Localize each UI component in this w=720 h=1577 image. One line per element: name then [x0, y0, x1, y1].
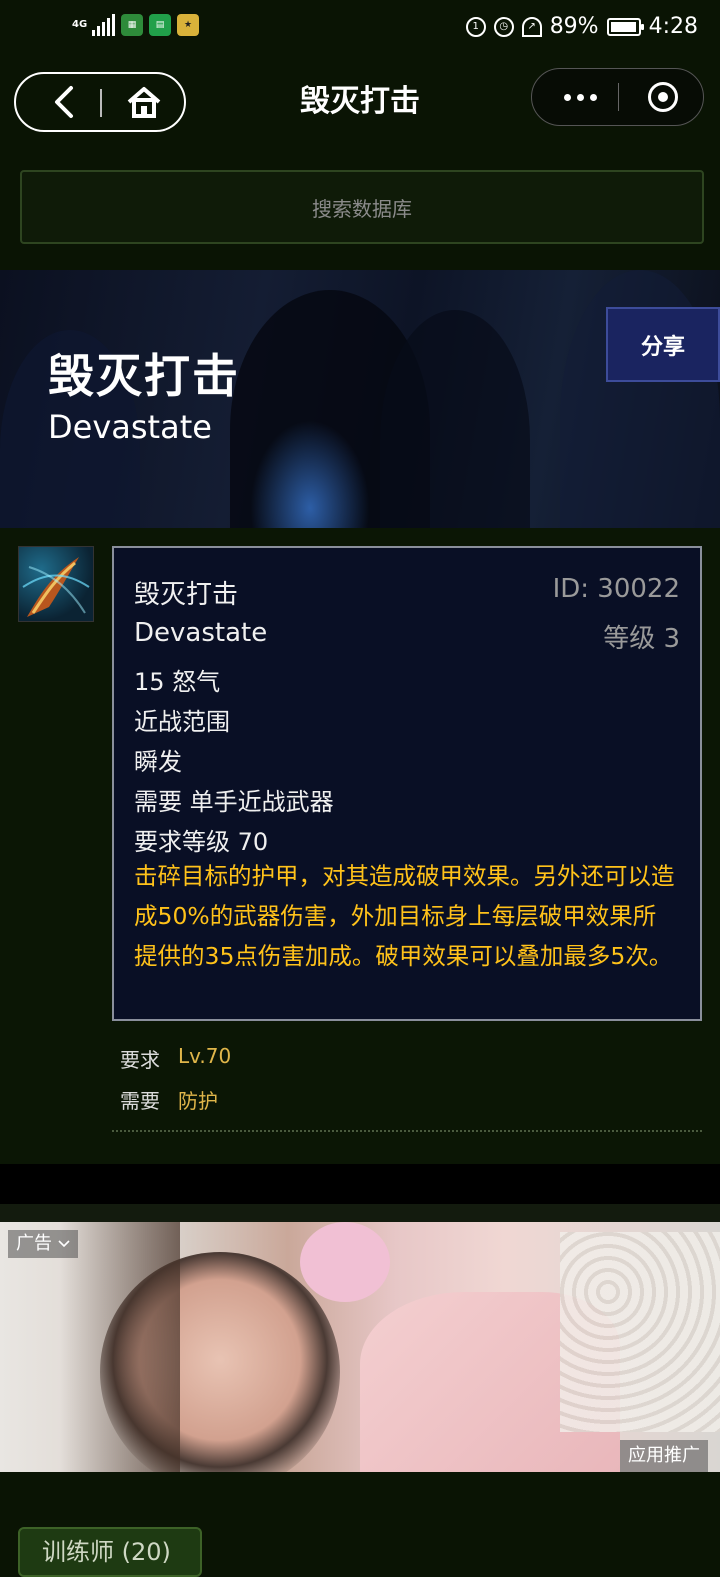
nav-capsule-right	[531, 68, 704, 126]
chevron-left-icon	[55, 86, 73, 118]
app-notification-icon: ▦	[121, 14, 143, 36]
battery-icon	[606, 17, 644, 36]
nav-capsule-left	[14, 72, 186, 132]
section-separator	[0, 1164, 720, 1204]
tooltip-id: ID: 30022	[552, 574, 680, 604]
search-input[interactable]: 搜索数据库	[20, 170, 704, 244]
data-saver-icon: 1	[465, 16, 486, 37]
tooltip-range: 近战范围	[134, 708, 230, 736]
spell-subtitle: Devastate	[48, 408, 212, 446]
ad-label[interactable]: 广告	[8, 1230, 78, 1258]
tooltip-weapon-requirement: 需要 单手近战武器	[134, 788, 334, 816]
capsule-divider	[100, 89, 102, 117]
status-bar: 4G ▦ ▤ ★ 1 ◷ ↗ 89% 4:28	[0, 0, 720, 56]
spell-tooltip: 毁灭打击 ID: 30022 Devastate 等级 3 15 怒气 近战范围…	[112, 546, 702, 1021]
ad-banner[interactable]	[0, 1222, 720, 1472]
more-dots-icon	[563, 93, 571, 101]
close-miniprogram-button[interactable]	[632, 69, 694, 125]
home-button[interactable]	[112, 74, 176, 130]
app-notification-icon: ▤	[149, 14, 171, 36]
tooltip-level-requirement: 要求等级 70	[134, 828, 269, 856]
tooltip-cast-time: 瞬发	[134, 748, 182, 776]
ad-promo-label: 应用推广	[620, 1440, 708, 1472]
tooltip-description: 击碎目标的护甲，对其造成破甲效果。另外还可以造成50%的武器伤害，外加目标身上每…	[134, 862, 675, 970]
weapon-icon	[22, 557, 90, 617]
spell-icon	[18, 546, 94, 622]
page-title: 毁灭打击	[300, 84, 420, 119]
divider	[112, 1130, 702, 1132]
share-button[interactable]: 分享	[606, 307, 720, 382]
network-label: 4G	[72, 19, 88, 30]
search-placeholder: 搜索数据库	[312, 196, 412, 221]
alarm-icon: ◷	[493, 16, 514, 37]
requirement-level-label: 要求	[120, 1048, 160, 1072]
status-right: 1 ◷ ↗ 89% 4:28	[465, 14, 698, 39]
spell-title: 毁灭打击	[48, 349, 240, 403]
chevron-down-icon	[58, 1240, 70, 1248]
app-notification-icon: ★	[177, 14, 199, 36]
tooltip-cost: 15 怒气	[134, 668, 221, 696]
home-icon	[127, 87, 161, 118]
battery-percent: 89%	[549, 14, 599, 39]
capsule-divider	[618, 83, 619, 111]
clock: 4:28	[648, 14, 698, 39]
more-button[interactable]	[542, 69, 618, 125]
speed-icon: ↗	[521, 16, 542, 37]
section-separator	[0, 1204, 720, 1222]
back-button[interactable]	[32, 74, 96, 130]
tooltip-name-en: Devastate	[134, 618, 268, 648]
trainer-tab-button[interactable]: 训练师 (20)	[18, 1527, 202, 1577]
tooltip-name-cn: 毁灭打击	[134, 580, 239, 610]
signal-icon	[92, 14, 115, 36]
banner-glow	[250, 420, 370, 528]
requirement-spec-value[interactable]: 防护	[178, 1085, 218, 1114]
status-left: 4G ▦ ▤ ★	[72, 14, 199, 36]
requirement-level-value[interactable]: Lv.70	[178, 1044, 231, 1068]
target-icon	[648, 82, 678, 112]
tooltip-rank: 等级 3	[603, 624, 680, 654]
requirement-spec-label: 需要	[120, 1089, 160, 1113]
